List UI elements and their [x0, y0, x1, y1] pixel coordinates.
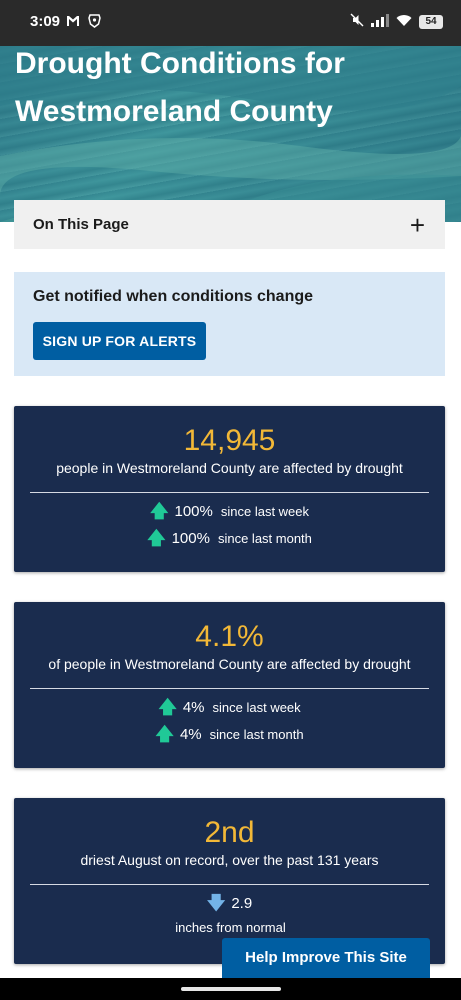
on-this-page-accordion[interactable]: On This Page + [14, 200, 445, 249]
stat-description: of people in Westmoreland County are aff… [48, 656, 411, 672]
system-navigation-bar [0, 978, 461, 1000]
on-this-page-label: On This Page [33, 216, 129, 233]
stat-value: 4.1% [195, 620, 264, 653]
mute-icon [350, 13, 364, 30]
plus-icon[interactable]: + [410, 212, 425, 238]
change-value: 4% [182, 698, 205, 716]
change-value: 4% [179, 725, 202, 743]
arrow-up-icon: 🡅 [155, 724, 174, 744]
signal-icon [371, 13, 389, 30]
hero-banner: Drought Conditions for Westmoreland Coun… [0, 46, 461, 222]
change-label: since last month [209, 726, 304, 742]
divider [30, 688, 429, 689]
brave-icon [88, 14, 101, 33]
stat-card-percent-affected: 4.1% of people in Westmoreland County ar… [14, 602, 445, 768]
divider [30, 884, 429, 885]
arrow-up-icon: 🡅 [149, 501, 169, 521]
arrow-up-icon: 🡅 [158, 697, 177, 717]
stat-change-row: 🡅 4% since last week [14, 698, 445, 716]
page-title: Drought Conditions for Westmoreland Coun… [15, 47, 345, 128]
battery-icon: 54 [419, 14, 443, 29]
change-label: since last week [220, 503, 310, 519]
help-improve-site-button[interactable]: Help Improve This Site [222, 938, 430, 978]
home-indicator[interactable] [181, 987, 281, 991]
stat-description: people in Westmoreland County are affect… [56, 460, 403, 476]
change-label: since last month [217, 530, 312, 546]
change-value: 100% [171, 529, 210, 547]
status-bar: 3:09 54 [0, 0, 461, 46]
alert-signup-box: Get notified when conditions change SIGN… [14, 272, 445, 376]
arrow-up-icon: 🡅 [147, 528, 166, 548]
stat-value: 2nd [204, 816, 255, 849]
alert-title: Get notified when conditions change [33, 288, 314, 305]
stat-change-row: 🡅 100% since last month [14, 529, 445, 547]
status-time: 3:09 [30, 13, 61, 30]
stat-change-row: 🡅 100% since last week [14, 502, 445, 520]
gmail-icon [66, 14, 80, 33]
change-value: 100% [174, 502, 213, 520]
stat-footnote-row: inches from normal [14, 920, 445, 935]
stat-description: driest August on record, over the past 1… [80, 852, 379, 868]
arrow-down-icon: 🡇 [206, 893, 226, 913]
stat-card-people-affected: 14,945 people in Westmoreland County are… [14, 406, 445, 572]
sign-up-for-alerts-button[interactable]: SIGN UP FOR ALERTS [33, 322, 206, 360]
stat-value: 14,945 [183, 424, 276, 457]
divider [30, 492, 429, 493]
change-label: since last week [212, 699, 301, 715]
stat-change-row: 🡇 2.9 [14, 894, 445, 912]
stat-change-row: 🡅 4% since last month [14, 725, 445, 743]
wifi-icon [396, 14, 412, 30]
stat-footnote: inches from normal [175, 920, 286, 935]
change-value: 2.9 [231, 894, 253, 912]
